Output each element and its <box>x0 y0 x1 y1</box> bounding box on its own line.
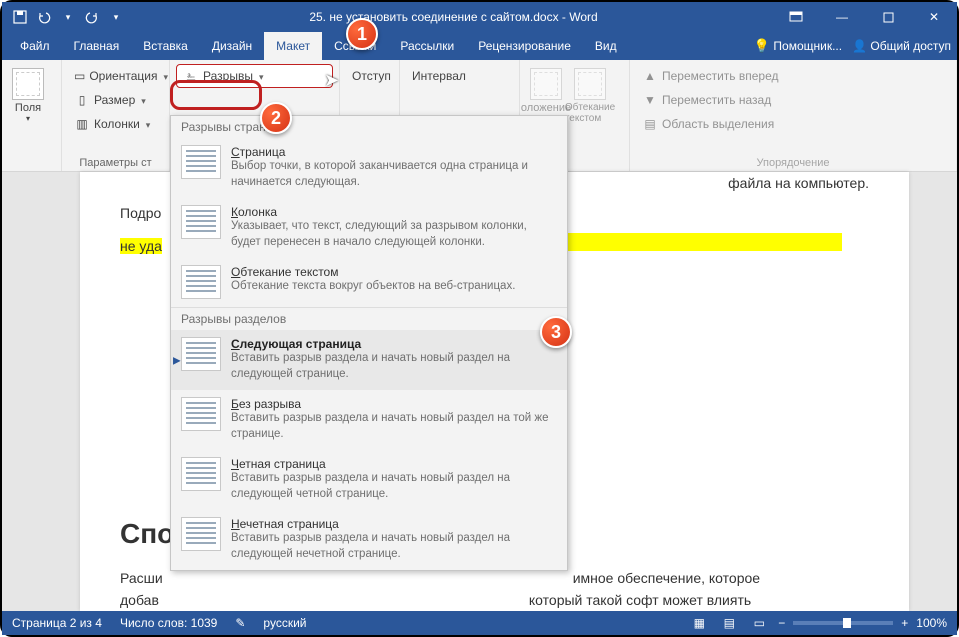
breaks-menu: Разрывы страниц СтраницаВыбор точки, в к… <box>170 115 568 571</box>
ribbon-display-icon[interactable] <box>773 2 819 32</box>
window-controls: — ✕ <box>773 2 957 32</box>
textwrap-break-icon <box>181 265 221 299</box>
share-button[interactable]: 👤 Общий доступ <box>852 39 951 53</box>
zoom-slider[interactable] <box>793 621 893 625</box>
send-backward-button[interactable]: ▼Переместить назад <box>636 88 950 112</box>
view-read-icon[interactable]: ▦ <box>688 614 710 632</box>
group-page-setup-left: ▭Ориентация ▯Размер ▥Колонки Параметры с… <box>62 60 170 171</box>
wrap-icon <box>574 68 606 100</box>
doc-para: добавкоторый такой софт может влиять <box>120 589 869 611</box>
page-break-icon <box>181 145 221 179</box>
cursor-icon: ➤ <box>324 70 339 91</box>
menu-item-next-page[interactable]: ▶ Следующая страницаВставить разрыв разд… <box>171 330 567 390</box>
odd-page-icon <box>181 517 221 551</box>
tab-home[interactable]: Главная <box>62 32 132 60</box>
menu-section-sections: Разрывы разделов <box>171 307 567 330</box>
zoom-in-button[interactable]: + <box>901 616 908 630</box>
tab-view[interactable]: Вид <box>583 32 629 60</box>
lightbulb-icon: 💡 <box>754 38 770 53</box>
view-web-icon[interactable]: ▭ <box>748 614 770 632</box>
zoom-level[interactable]: 100% <box>916 616 947 630</box>
minimize-button[interactable]: — <box>819 2 865 32</box>
selection-marker-icon: ▶ <box>173 355 181 366</box>
tab-mailings[interactable]: Рассылки <box>388 32 466 60</box>
columns-icon: ▥ <box>74 116 90 132</box>
title-bar: ▾ ▾ 25. не установить соединение с сайто… <box>2 2 957 32</box>
orientation-icon: ▭ <box>74 68 85 84</box>
doc-text: Подро <box>120 205 161 221</box>
bring-forward-icon: ▲ <box>642 68 658 84</box>
person-icon: 👤 <box>852 39 867 53</box>
menu-item-column[interactable]: КолонкаУказывает, что текст, следующий з… <box>171 198 567 258</box>
qat-customize-icon[interactable]: ▾ <box>106 7 126 27</box>
doc-text: файла на компьютер. <box>728 175 869 191</box>
orientation-button[interactable]: ▭Ориентация <box>68 64 163 88</box>
status-words[interactable]: Число слов: 1039 <box>120 616 217 630</box>
tab-layout[interactable]: Макет <box>264 32 322 60</box>
tab-file[interactable]: Файл <box>8 32 62 60</box>
doc-text-highlight: не уда <box>120 238 162 254</box>
status-proofing-icon[interactable]: ✎ <box>235 616 245 630</box>
status-language[interactable]: русский <box>263 616 306 630</box>
breaks-icon: ⎁ <box>183 68 199 84</box>
selection-pane-button[interactable]: ▤Область выделения <box>636 112 950 136</box>
send-backward-icon: ▼ <box>642 92 658 108</box>
undo-icon[interactable] <box>34 7 54 27</box>
menu-item-even-page[interactable]: Четная страницаВставить разрыв раздела и… <box>171 450 567 510</box>
group-label-page-setup: Параметры ст <box>68 157 163 169</box>
position-icon <box>530 68 562 100</box>
save-icon[interactable] <box>10 7 30 27</box>
size-button[interactable]: ▯Размер <box>68 88 163 112</box>
continuous-icon <box>181 397 221 431</box>
ribbon-tabs: Файл Главная Вставка Дизайн Макет Ссылки… <box>2 32 957 60</box>
menu-item-page[interactable]: СтраницаВыбор точки, в которой заканчива… <box>171 138 567 198</box>
tab-insert[interactable]: Вставка <box>131 32 200 60</box>
tell-me[interactable]: 💡 Помощник... <box>754 38 842 54</box>
margins-button[interactable]: Поля▾ <box>8 64 48 127</box>
window-title: 25. не установить соединение с сайтом.do… <box>134 10 773 24</box>
columns-button[interactable]: ▥Колонки <box>68 112 163 136</box>
menu-item-odd-page[interactable]: Нечетная страницаВставить разрыв раздела… <box>171 510 567 570</box>
status-page[interactable]: Страница 2 из 4 <box>12 616 102 630</box>
redo-icon[interactable] <box>82 7 102 27</box>
highlight-block <box>562 233 842 251</box>
badge-2: 2 <box>260 102 292 134</box>
group-label-arrange: Упорядочение <box>636 157 950 169</box>
size-icon: ▯ <box>74 92 90 108</box>
view-print-icon[interactable]: ▤ <box>718 614 740 632</box>
group-arrange: ▲Переместить вперед ▼Переместить назад ▤… <box>630 60 957 171</box>
close-button[interactable]: ✕ <box>911 2 957 32</box>
badge-1: 1 <box>346 18 378 50</box>
qat-more-icon[interactable]: ▾ <box>58 7 78 27</box>
menu-item-text-wrap[interactable]: Обтекание текстомОбтекание текста вокруг… <box>171 258 567 307</box>
tab-design[interactable]: Дизайн <box>200 32 264 60</box>
group-margins: Поля▾ <box>2 60 62 171</box>
zoom-out-button[interactable]: − <box>778 616 785 630</box>
quick-access-toolbar: ▾ ▾ <box>2 7 134 27</box>
breaks-button[interactable]: ⎁Разрывы <box>176 64 333 88</box>
spacing-label: Интервал <box>406 64 513 88</box>
status-bar: Страница 2 из 4 Число слов: 1039 ✎ русск… <box>2 611 957 635</box>
tab-review[interactable]: Рецензирование <box>466 32 583 60</box>
wrap-text-button[interactable]: Обтекание текстом <box>570 64 610 128</box>
indent-label: Отступ <box>346 64 393 88</box>
next-page-icon <box>181 337 221 371</box>
menu-section-pages: Разрывы страниц <box>171 116 567 138</box>
selection-pane-icon: ▤ <box>642 116 658 132</box>
column-break-icon <box>181 205 221 239</box>
bring-forward-button[interactable]: ▲Переместить вперед <box>636 64 950 88</box>
margins-icon <box>12 68 44 100</box>
maximize-button[interactable] <box>865 2 911 32</box>
menu-item-continuous[interactable]: Без разрываВставить разрыв раздела и нач… <box>171 390 567 450</box>
badge-3: 3 <box>540 316 572 348</box>
even-page-icon <box>181 457 221 491</box>
